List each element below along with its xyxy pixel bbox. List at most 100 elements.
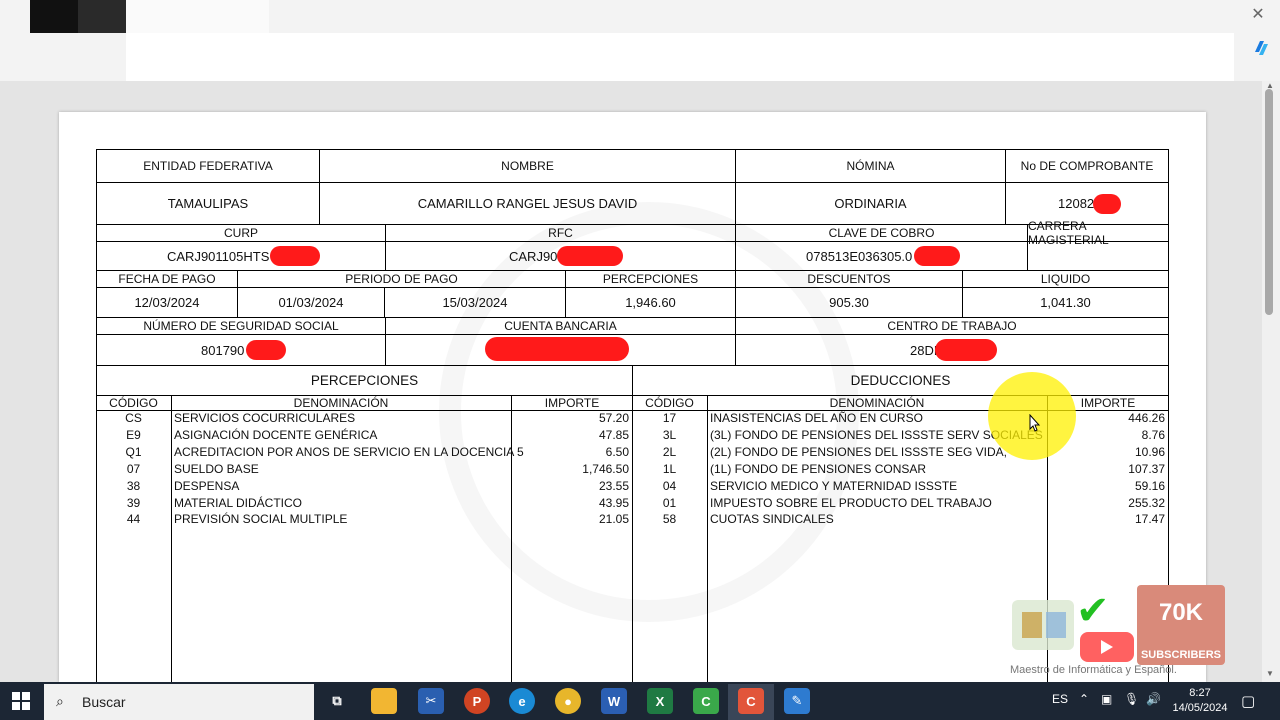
task-view-icon[interactable]: ⧉ <box>324 688 350 714</box>
language-indicator[interactable]: ES <box>1052 692 1068 706</box>
ded-row-denominacion: INASISTENCIAS DEL AÑO EN CURSO <box>710 411 923 425</box>
notifications-icon[interactable]: ▢ <box>1241 692 1255 710</box>
perc-row-importe: 47.85 <box>598 427 629 442</box>
ded-row-codigo: 17 <box>662 411 677 425</box>
redacted-tab[interactable] <box>30 0 78 33</box>
perc-row-importe: 43.95 <box>598 495 629 510</box>
hdr-percepciones: PERCEPCIONES <box>565 270 736 288</box>
subscribers-label: SUBSCRIBERS <box>1140 649 1222 661</box>
val-periodo-fin: 15/03/2024 <box>384 287 566 318</box>
ded-row-codigo: 01 <box>662 495 677 510</box>
checkmark-icon: ✔ <box>1076 589 1110 633</box>
val-nss: 801790 <box>96 334 386 366</box>
deducciones-title: DEDUCCIONES <box>850 373 951 388</box>
ded-row-denominacion: IMPUESTO SOBRE EL PRODUCTO DEL TRABAJO <box>710 495 992 510</box>
hdr-clave-cobro: CLAVE DE COBRO <box>735 224 1028 242</box>
divider <box>171 395 172 682</box>
hdr-descuentos: DESCUENTOS <box>735 270 963 288</box>
ded-row-codigo: 3L <box>662 427 677 442</box>
perc-row-codigo: 44 <box>126 512 141 527</box>
file-explorer-icon[interactable] <box>371 688 397 714</box>
scroll-down-icon[interactable]: ▼ <box>1266 669 1274 678</box>
perc-col-denominacion: DENOMINACIÓN <box>293 396 389 410</box>
camtasia-icon[interactable]: C <box>738 688 764 714</box>
channel-name: Maestro de Informática y Español. <box>1010 664 1177 676</box>
hdr-curp: CURP <box>96 224 386 242</box>
perc-row-codigo: 07 <box>126 461 141 476</box>
mouse-cursor-icon <box>1029 414 1041 432</box>
search-label: Buscar <box>82 694 126 710</box>
hdr-nomina: NÓMINA <box>735 149 1006 183</box>
ded-row-importe: 10.96 <box>1134 444 1165 459</box>
perc-row-importe: 6.50 <box>605 444 629 459</box>
windows-start-icon[interactable] <box>12 692 30 710</box>
redaction-mark <box>935 339 997 361</box>
perc-row-importe: 57.20 <box>598 411 629 425</box>
perc-row-denominacion: ACREDITACION POR ANOS DE SERVICIO EN LA … <box>174 444 524 459</box>
ded-row-codigo: 04 <box>662 478 677 493</box>
microphone-icon[interactable]: 🎙 <box>1124 692 1139 706</box>
powerpoint-icon[interactable]: P <box>464 688 490 714</box>
perc-row-denominacion: SUELDO BASE <box>174 461 259 476</box>
snipping-tool-icon[interactable]: ✂ <box>418 688 444 714</box>
percepciones-title: PERCEPCIONES <box>310 373 419 388</box>
redaction-mark <box>246 340 286 360</box>
ded-row-importe: 17.47 <box>1134 512 1165 527</box>
paint-icon[interactable]: ✎ <box>784 688 810 714</box>
redaction-mark <box>557 246 623 266</box>
ded-row-denominacion: SERVICIO MEDICO Y MATERNIDAD ISSSTE <box>710 478 958 493</box>
edge-icon[interactable]: e <box>509 688 535 714</box>
excel-icon[interactable]: X <box>647 688 673 714</box>
perc-row-codigo: CS <box>125 411 142 425</box>
subscribers-badge: 70K SUBSCRIBERS <box>1137 585 1225 665</box>
chevron-up-icon[interactable]: ⌃ <box>1079 692 1089 706</box>
clock-date: 14/05/2024 <box>1172 702 1228 714</box>
val-nomina: ORDINARIA <box>735 182 1006 225</box>
perc-row-codigo: 39 <box>126 495 141 510</box>
val-liquido: 1,041.30 <box>962 287 1169 318</box>
copilot-icon[interactable] <box>1251 38 1271 58</box>
val-nombre: CAMARILLO RANGEL JESUS DAVID <box>319 182 736 225</box>
val-curp: CARJ901105HTS <box>96 241 386 271</box>
val-clave-cobro: 078513E036305.0 <box>735 241 1028 271</box>
ded-row-denominacion: (1L) FONDO DE PENSIONES CONSAR <box>710 461 927 476</box>
perc-row-codigo: Q1 <box>125 444 142 459</box>
val-carrera <box>1027 241 1169 271</box>
perc-row-denominacion: MATERIAL DIDÁCTICO <box>174 495 303 510</box>
meet-icon[interactable]: ▣ <box>1101 692 1112 706</box>
hdr-liquido: LIQUIDO <box>962 270 1169 288</box>
hdr-nss: NÚMERO DE SEGURIDAD SOCIAL <box>96 317 386 335</box>
redacted-tab-2[interactable] <box>78 0 126 33</box>
perc-row-denominacion: SERVICIOS COCURRICULARES <box>174 411 356 425</box>
ded-row-codigo: 1L <box>662 461 677 476</box>
hdr-cuenta-bancaria: CUENTA BANCARIA <box>385 317 736 335</box>
divider <box>707 395 708 682</box>
hdr-comprobante: No DE COMPROBANTE <box>1005 149 1169 183</box>
vertical-scrollbar[interactable]: ▲ ▼ <box>1262 81 1280 682</box>
ded-row-codigo: 58 <box>662 512 677 527</box>
perc-row-denominacion: DESPENSA <box>174 478 240 493</box>
taskbar-search[interactable]: ⌕ Buscar <box>44 684 314 720</box>
ded-col-codigo: CÓDIGO <box>645 396 694 410</box>
scrollbar-thumb[interactable] <box>1265 89 1273 315</box>
val-fecha-pago: 12/03/2024 <box>96 287 238 318</box>
camtasia-recorder-icon[interactable]: C <box>693 688 719 714</box>
ded-row-denominacion: (2L) FONDO DE PENSIONES DEL ISSSTE SEG V… <box>710 444 1007 459</box>
redaction-mark <box>914 246 960 266</box>
val-descuentos: 905.30 <box>735 287 963 318</box>
hdr-nombre: NOMBRE <box>319 149 736 183</box>
ded-row-importe: 59.16 <box>1134 478 1165 493</box>
clock[interactable]: 8:27 14/05/2024 <box>1170 686 1230 716</box>
youtube-icon[interactable] <box>1080 632 1134 662</box>
word-icon[interactable]: W <box>601 688 627 714</box>
browser-tab[interactable] <box>126 0 269 33</box>
perc-row-importe: 21.05 <box>598 512 629 527</box>
ded-row-importe: 107.37 <box>1128 461 1165 476</box>
close-icon[interactable]: ✕ <box>1249 6 1267 24</box>
hdr-centro-trabajo: CENTRO DE TRABAJO <box>735 317 1169 335</box>
chrome-icon[interactable]: ● <box>555 688 581 714</box>
redaction-mark <box>485 337 629 361</box>
perc-row-denominacion: PREVISIÓN SOCIAL MULTIPLE <box>174 512 348 527</box>
volume-icon[interactable]: 🔊 <box>1146 692 1161 706</box>
perc-row-codigo: 38 <box>126 478 141 493</box>
